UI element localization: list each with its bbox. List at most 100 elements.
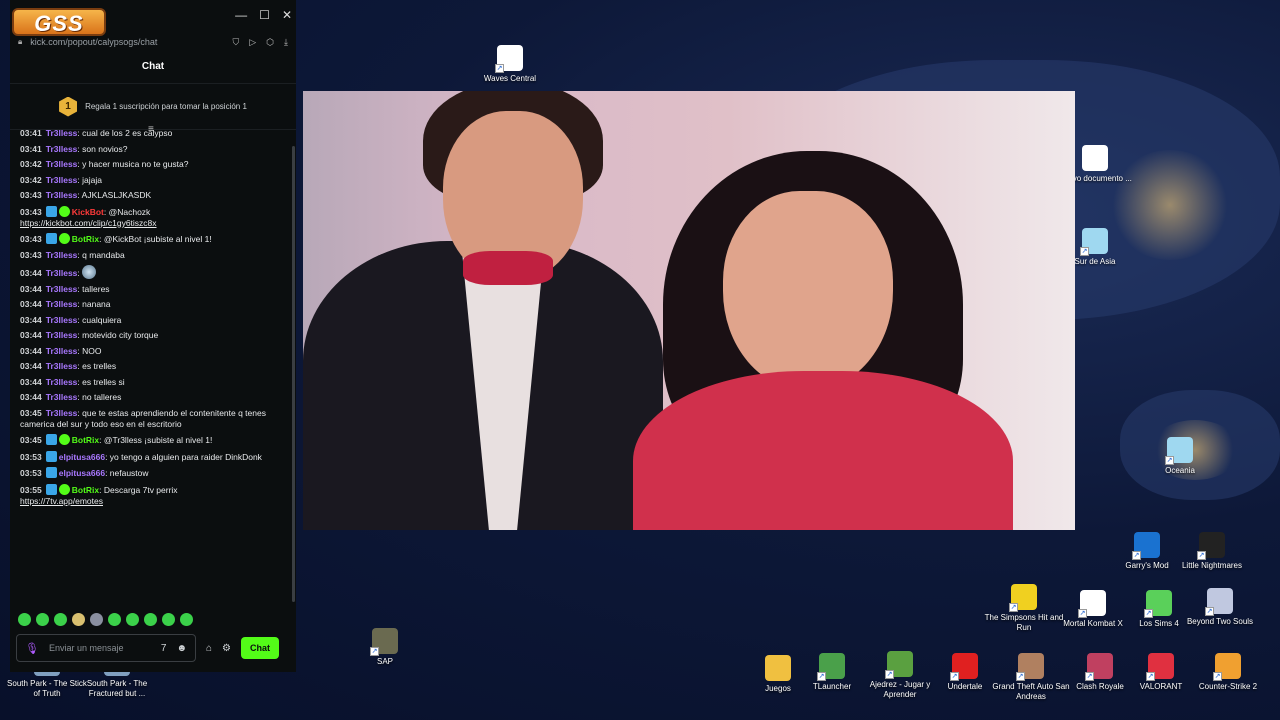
message-username[interactable]: Tr3lless xyxy=(46,190,78,200)
chat-message: 03:45 Tr3lless: que te estas aprendiendo … xyxy=(20,408,282,430)
message-username[interactable]: Tr3lless xyxy=(46,361,78,371)
play-icon[interactable]: ▷ xyxy=(249,37,256,48)
microphone-icon[interactable]: 🎙︎ xyxy=(25,642,39,655)
image-icon: ↗ xyxy=(1165,437,1193,465)
message-username[interactable]: Tr3lless xyxy=(46,250,78,260)
message-username[interactable]: Tr3lless xyxy=(46,330,78,340)
emote-icon[interactable] xyxy=(162,613,175,626)
chat-scrollbar[interactable] xyxy=(292,146,295,602)
chat-message: 03:44 Tr3lless: nanana xyxy=(20,299,282,310)
message-username[interactable]: KickBot xyxy=(72,207,104,217)
message-username[interactable]: Tr3lless xyxy=(46,392,78,402)
emoji-icon[interactable]: ☻ xyxy=(176,643,187,654)
message-text: : nanana xyxy=(77,299,111,309)
desktop-icon[interactable]: ↗ Waves Central xyxy=(470,45,550,84)
send-chat-button[interactable]: Chat xyxy=(241,637,280,659)
message-timestamp: 03:41 xyxy=(20,143,42,154)
chat-input-box[interactable]: 🎙︎ Enviar un mensaje 7 ☻ xyxy=(16,634,196,662)
download-icon[interactable]: ⤓ xyxy=(284,37,288,48)
emote-icon[interactable] xyxy=(126,613,139,626)
chat-message: 03:45 BotRix: @Tr3lless ¡subiste al nivel… xyxy=(20,434,282,446)
message-username[interactable]: elpitusa666 xyxy=(59,452,105,462)
emote-icon[interactable] xyxy=(90,613,103,626)
chat-header: Chat xyxy=(10,50,296,84)
shortcut-arrow-icon: ↗ xyxy=(1197,551,1206,560)
emote-icon[interactable] xyxy=(72,613,85,626)
tlauncher-icon: ↗ xyxy=(817,653,845,681)
message-input[interactable]: Enviar un mensaje xyxy=(49,643,151,653)
close-icon[interactable]: ✕ xyxy=(282,8,292,22)
message-text: : son novios? xyxy=(77,143,128,154)
message-username[interactable]: Tr3lless xyxy=(46,315,78,325)
undertale-icon: ↗ xyxy=(950,653,978,681)
chat-message: 03:43 KickBot: @Nachozk https://kickbot.co… xyxy=(20,205,282,229)
shield-icon[interactable]: ⛉ xyxy=(232,37,239,48)
message-timestamp: 03:43 xyxy=(20,206,42,217)
address-bar[interactable]: 🔒︎ kick.com/popout/calypsogs/chat ⛉ ▷ ⬡ … xyxy=(10,34,296,50)
chat-message: 03:44 Tr3lless: es trelles xyxy=(20,361,282,372)
desktop-icon[interactable]: ↗ Counter-Strike 2 xyxy=(1188,653,1268,692)
emote-icon[interactable] xyxy=(180,613,193,626)
quick-emote-bar xyxy=(18,613,193,626)
mk-icon: ↗ xyxy=(1078,590,1106,618)
message-username[interactable]: Tr3lless xyxy=(46,299,78,309)
desktop-icon[interactable]: ↗ Beyond Two Souls xyxy=(1180,588,1260,627)
message-timestamp: 03:44 xyxy=(20,330,42,340)
message-text: : jajaja xyxy=(77,174,102,185)
emote-icon[interactable] xyxy=(108,613,121,626)
message-username[interactable]: Tr3lless xyxy=(46,159,78,169)
message-timestamp: 03:42 xyxy=(20,159,42,169)
verified-badge-icon xyxy=(58,434,70,445)
message-text: : y hacer musica no te gusta? xyxy=(77,159,189,169)
message-link[interactable]: https://kickbot.com/clip/c1gy6tiszc8x xyxy=(20,218,157,228)
desktop-icon[interactable]: ↗ Little Nightmares xyxy=(1172,532,1252,571)
message-username[interactable]: BotRix xyxy=(72,435,99,445)
sevenTV-icon[interactable]: 7 xyxy=(161,643,167,654)
title-bar[interactable]: GSS — ☐ ✕ xyxy=(10,0,296,36)
emote-icon[interactable] xyxy=(54,613,67,626)
chat-message: 03:53 elpitusa666: yo tengo a alguien par… xyxy=(20,450,282,463)
message-username[interactable]: Tr3lless xyxy=(46,130,78,138)
desktop-icon-label: Juegos xyxy=(765,684,791,693)
vip-badge-icon xyxy=(45,434,57,445)
desktop-icon-label: SAP xyxy=(376,657,393,666)
desktop-icon[interactable]: ↗ The Simpsons Hit and Run xyxy=(984,584,1064,633)
chat-message: 03:43 Tr3lless: q mandaba xyxy=(20,250,282,261)
extensions-icon[interactable]: ⬡ xyxy=(266,37,274,48)
chat-popout-window: GSS — ☐ ✕ 🔒︎ kick.com/popout/calypsogs/c… xyxy=(10,0,296,672)
desktop-icon[interactable]: ↗ Grand Theft Auto San Andreas xyxy=(991,653,1071,702)
settings-gear-icon[interactable]: ⚙ xyxy=(222,643,231,654)
desktop-icon-label: South Park - The Fractured but ... xyxy=(86,679,148,698)
verified-badge-icon xyxy=(58,233,70,244)
desktop-icon[interactable]: ↗ SAP xyxy=(345,628,425,667)
browser-tools: ⛉ ▷ ⬡ ⤓ xyxy=(232,37,288,48)
minimize-icon[interactable]: — xyxy=(235,8,247,22)
message-username[interactable]: Tr3lless xyxy=(46,284,78,294)
message-timestamp: 03:45 xyxy=(20,407,42,418)
message-username[interactable]: BotRix xyxy=(72,234,99,244)
maximize-icon[interactable]: ☐ xyxy=(259,8,270,22)
store-icon[interactable]: ⌂ xyxy=(206,643,212,654)
message-username[interactable]: Tr3lless xyxy=(46,377,78,387)
message-username[interactable]: BotRix xyxy=(72,485,99,495)
chat-message: 03:44 Tr3lless: NOO xyxy=(20,346,282,357)
message-text: : @Tr3lless ¡subiste al nivel 1! xyxy=(99,435,213,445)
message-username[interactable]: Tr3lless xyxy=(46,175,78,185)
message-username[interactable]: Tr3lless xyxy=(46,346,78,356)
emote-icon[interactable] xyxy=(144,613,157,626)
emote-icon[interactable] xyxy=(18,613,31,626)
message-username[interactable]: Tr3lless xyxy=(46,268,78,278)
desktop-icon-label: Waves Central xyxy=(483,74,537,83)
desktop-icon-label: Los Sims 4 xyxy=(1139,619,1179,628)
emote-icon[interactable] xyxy=(36,613,49,626)
message-timestamp: 03:44 xyxy=(20,376,42,387)
message-link[interactable]: https://7tv.app/emotes xyxy=(20,496,103,506)
cs2-icon: ↗ xyxy=(1213,653,1241,681)
chat-message-list[interactable]: 03:41 Tr3lless: cual de los 2 es calypso 0… xyxy=(10,130,292,608)
desktop-icon[interactable]: ↗ Oceania xyxy=(1140,437,1220,476)
message-username[interactable]: Tr3lless xyxy=(46,144,78,154)
sims-icon: ↗ xyxy=(1144,590,1172,618)
message-username[interactable]: Tr3lless xyxy=(46,408,78,418)
waves-icon: ↗ xyxy=(495,45,523,73)
message-username[interactable]: elpitusa666 xyxy=(59,468,105,478)
